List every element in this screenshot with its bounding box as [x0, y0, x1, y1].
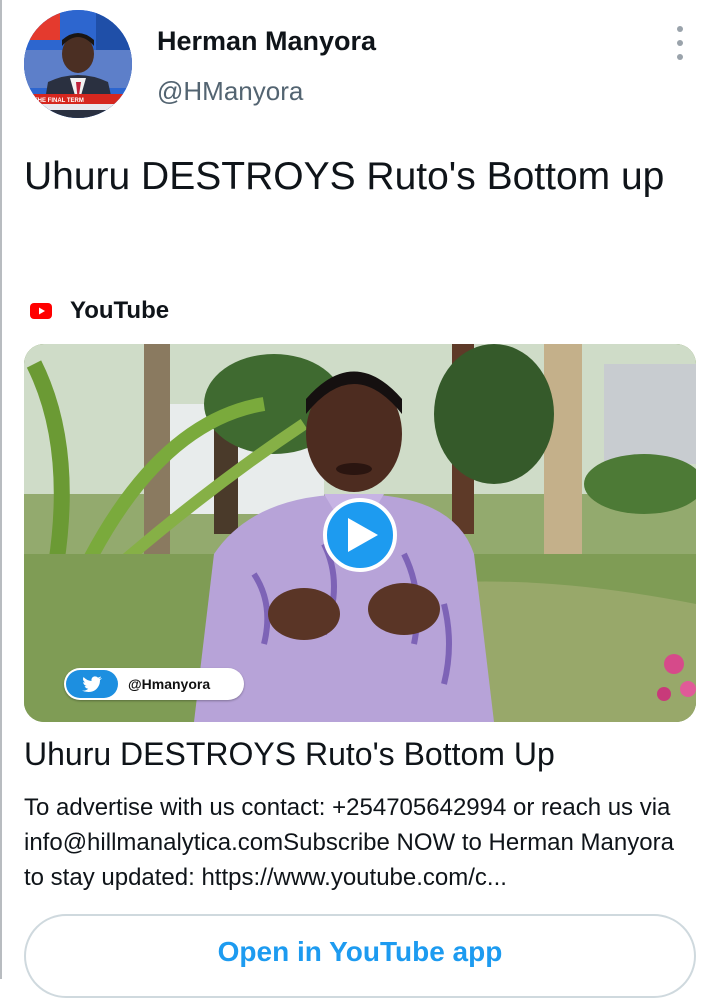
- video-overlay-tag: @Hmanyora: [64, 668, 244, 700]
- youtube-logo-icon: [30, 303, 52, 319]
- avatar-image: THE FINAL TERM: [24, 10, 132, 118]
- card-title[interactable]: Uhuru DESTROYS Ruto's Bottom Up: [24, 736, 696, 773]
- video-thumbnail[interactable]: @Hmanyora: [24, 344, 696, 722]
- play-icon: [348, 518, 378, 552]
- author-handle[interactable]: @HManyora: [157, 76, 303, 107]
- card-source-label: YouTube: [70, 297, 170, 324]
- more-vertical-icon: [677, 54, 683, 60]
- more-vertical-icon: [677, 26, 683, 32]
- author-name[interactable]: Herman Manyora: [157, 26, 376, 57]
- card-description: To advertise with us contact: +254705642…: [24, 794, 674, 891]
- screen-edge: [0, 0, 2, 979]
- video-overlay-handle: @Hmanyora: [128, 676, 211, 692]
- more-options-button[interactable]: [668, 26, 692, 60]
- tweet-text: Uhuru DESTROYS Ruto's Bottom up: [24, 155, 665, 198]
- card-source: YouTube: [30, 294, 169, 328]
- avatar[interactable]: THE FINAL TERM: [24, 10, 132, 118]
- twitter-bird-icon: [66, 670, 118, 698]
- more-vertical-icon: [677, 40, 683, 46]
- open-in-youtube-button[interactable]: Open in YouTube app: [24, 914, 696, 998]
- play-button[interactable]: [323, 498, 397, 572]
- avatar-banner-text: THE FINAL TERM: [34, 98, 84, 104]
